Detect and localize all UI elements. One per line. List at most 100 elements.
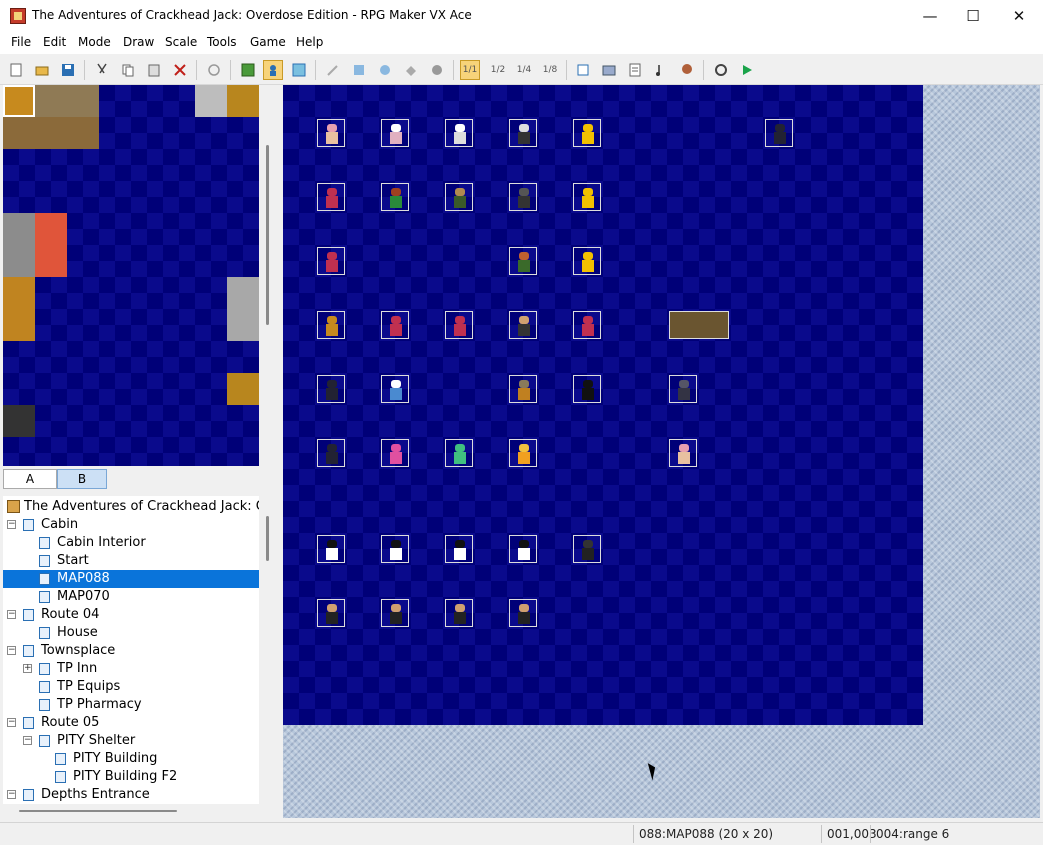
menu-scale[interactable]: Scale [165, 35, 197, 49]
tile-shelf[interactable] [227, 85, 259, 117]
tile-counter[interactable] [195, 85, 227, 117]
map-event[interactable] [669, 439, 697, 467]
ellipse-icon[interactable] [375, 60, 395, 80]
menu-game[interactable]: Game [250, 35, 286, 49]
tree-item[interactable]: PITY Building F2 [3, 768, 259, 786]
tile-wall[interactable] [227, 277, 259, 341]
scale-1-4-button[interactable]: 1/4 [514, 60, 534, 80]
map-event[interactable] [317, 599, 345, 627]
scale-1-1-button[interactable]: 1/1 [460, 60, 480, 80]
tile-dark[interactable] [3, 405, 35, 437]
selected-tile[interactable] [3, 85, 35, 117]
tree-item[interactable]: − Route 04 [3, 606, 259, 624]
expand-toggle-icon[interactable]: − [7, 610, 16, 619]
close-button[interactable]: ✕ [996, 0, 1042, 32]
map-event[interactable] [317, 119, 345, 147]
tree-item[interactable]: Cabin Interior [3, 534, 259, 552]
pencil-icon[interactable] [323, 60, 343, 80]
tree-project-root[interactable]: The Adventures of Crackhead Jack: O [3, 498, 259, 516]
tree-item[interactable]: − Depths Entrance [3, 786, 259, 804]
copy-icon[interactable] [118, 60, 138, 80]
tree-item[interactable]: − PITY Shelter [3, 732, 259, 750]
map-event[interactable] [669, 375, 697, 403]
map-event[interactable] [509, 375, 537, 403]
map-event[interactable] [381, 439, 409, 467]
map-event[interactable] [317, 247, 345, 275]
map-event[interactable] [445, 535, 473, 563]
map-canvas[interactable] [283, 85, 923, 725]
expand-toggle-icon[interactable]: + [23, 664, 32, 673]
menu-mode[interactable]: Mode [78, 35, 111, 49]
expand-toggle-icon[interactable]: − [23, 736, 32, 745]
tile-wood-floor[interactable] [35, 85, 99, 117]
map-event[interactable] [573, 311, 601, 339]
scale-1-2-button[interactable]: 1/2 [488, 60, 508, 80]
paste-icon[interactable] [144, 60, 164, 80]
tree-item[interactable]: MAP070 [3, 588, 259, 606]
tile-stone[interactable] [3, 213, 35, 277]
map-event[interactable] [573, 119, 601, 147]
map-event[interactable] [509, 535, 537, 563]
map-event[interactable] [381, 183, 409, 211]
open-project-icon[interactable] [32, 60, 52, 80]
map-event[interactable] [509, 599, 537, 627]
map-event[interactable] [573, 183, 601, 211]
tileset-palette[interactable] [3, 85, 259, 466]
map-mode-icon[interactable] [238, 60, 258, 80]
map-event[interactable] [765, 119, 793, 147]
sound-test-icon[interactable] [651, 60, 671, 80]
cut-icon[interactable] [92, 60, 112, 80]
tileset-scrollbar[interactable] [261, 85, 275, 466]
tab-a[interactable]: A [3, 469, 57, 489]
minimize-button[interactable]: — [907, 0, 953, 32]
fill-icon[interactable] [401, 60, 421, 80]
map-event[interactable] [317, 375, 345, 403]
map-event[interactable] [573, 535, 601, 563]
shadow-pen-icon[interactable] [427, 60, 447, 80]
menu-tools[interactable]: Tools [207, 35, 237, 49]
tile-wood-planks[interactable] [3, 117, 99, 149]
expand-toggle-icon[interactable]: − [7, 646, 16, 655]
menu-help[interactable]: Help [296, 35, 323, 49]
map-tree[interactable]: The Adventures of Crackhead Jack: O − Cab… [3, 496, 259, 804]
tree-item[interactable]: MAP088 [3, 570, 259, 588]
tree-item[interactable]: − Route 05 [3, 714, 259, 732]
tree-item[interactable]: − Townsplace [3, 642, 259, 660]
map-event[interactable] [573, 247, 601, 275]
event-mode-icon[interactable] [263, 60, 283, 80]
map-event[interactable] [509, 119, 537, 147]
tree-item[interactable]: House [3, 624, 259, 642]
tree-item[interactable]: Start [3, 552, 259, 570]
map-event[interactable] [317, 535, 345, 563]
tile-crate[interactable] [3, 277, 35, 341]
map-event[interactable] [509, 183, 537, 211]
tile-box[interactable] [227, 373, 259, 405]
map-event[interactable] [317, 311, 345, 339]
playtest-icon[interactable] [737, 60, 757, 80]
map-event[interactable] [445, 183, 473, 211]
tree-scrollbar[interactable] [261, 496, 275, 804]
rectangle-icon[interactable] [349, 60, 369, 80]
map-event[interactable] [573, 375, 601, 403]
map-event[interactable] [445, 599, 473, 627]
scale-1-8-button[interactable]: 1/8 [540, 60, 560, 80]
expand-toggle-icon[interactable]: − [7, 718, 16, 727]
tree-hscrollbar[interactable] [3, 804, 259, 818]
save-icon[interactable] [58, 60, 78, 80]
map-event[interactable] [445, 439, 473, 467]
resource-manager-icon[interactable] [599, 60, 619, 80]
map-event[interactable] [381, 535, 409, 563]
menu-edit[interactable]: Edit [43, 35, 66, 49]
map-event[interactable] [445, 311, 473, 339]
map-event-bench[interactable] [669, 311, 729, 339]
delete-icon[interactable] [170, 60, 190, 80]
tree-item[interactable]: TP Equips [3, 678, 259, 696]
character-generator-icon[interactable] [677, 60, 697, 80]
map-event[interactable] [317, 439, 345, 467]
script-editor-icon[interactable] [625, 60, 645, 80]
tree-item[interactable]: + TP Inn [3, 660, 259, 678]
map-event[interactable] [317, 183, 345, 211]
map-event[interactable] [509, 311, 537, 339]
tab-b[interactable]: B [57, 469, 107, 489]
map-event[interactable] [381, 119, 409, 147]
